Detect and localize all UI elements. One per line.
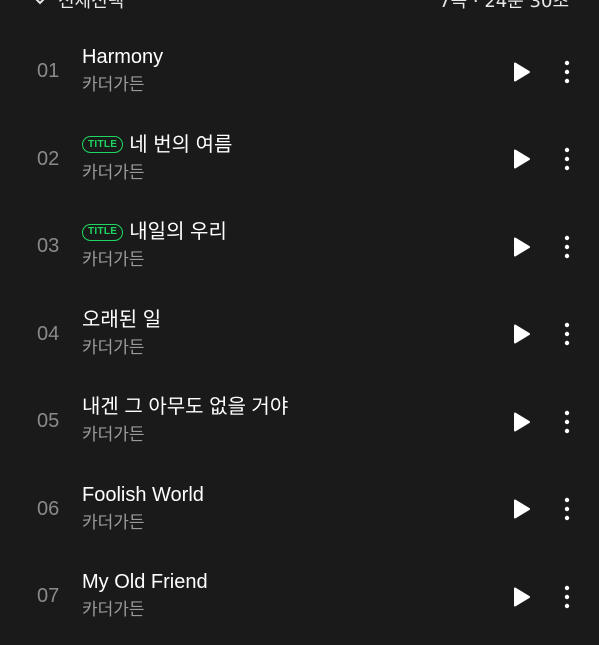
track-title-text: 내겐 그 아무도 없을 거야 [82, 396, 289, 418]
select-all-label: 전체선택 [58, 0, 125, 12]
track-title: 오래된 일 [82, 307, 161, 333]
more-button[interactable] [557, 320, 577, 348]
more-vertical-icon [564, 410, 570, 433]
track-info: 오래된 일 카더가든 [82, 307, 161, 359]
play-button[interactable] [511, 148, 533, 170]
track-title-text: Harmony [82, 46, 164, 68]
track-title-text: 오래된 일 [82, 308, 162, 331]
track-info: TITLE 네 번의 여름 카더가든 [82, 132, 232, 184]
track-artist: 카더가든 [82, 512, 145, 533]
track-title-text: 네 번의 여름 [129, 133, 233, 156]
play-icon [514, 499, 530, 519]
track-title-text: 내일의 우리 [129, 221, 227, 243]
more-vertical-icon [564, 585, 570, 608]
album-summary: 7곡 · 24분 30초 [439, 0, 569, 12]
more-button[interactable] [557, 583, 577, 611]
more-vertical-icon [564, 148, 570, 171]
play-icon [514, 149, 530, 169]
track-title: TITLE 네 번의 여름 [82, 132, 232, 158]
track-title: Harmony [82, 44, 163, 70]
more-button[interactable] [557, 408, 577, 436]
more-vertical-icon [564, 60, 570, 83]
track-artist: 카더가든 [82, 600, 145, 620]
track-info: 내겐 그 아무도 없을 거야 카더가든 [82, 394, 288, 446]
track-row[interactable]: 06 Foolish World 카더가든 [0, 466, 599, 554]
play-button[interactable] [511, 498, 533, 520]
track-number: 07 [37, 585, 60, 608]
play-icon [514, 412, 530, 432]
track-row[interactable]: 02 TITLE 네 번의 여름 카더가든 [0, 116, 599, 204]
track-artist: 카더가든 [82, 425, 145, 445]
track-artist: 카더가든 [82, 75, 145, 95]
more-button[interactable] [557, 495, 577, 523]
more-button[interactable] [557, 233, 577, 261]
more-button[interactable] [557, 58, 577, 86]
track-row[interactable]: 01 Harmony 카더가든 [0, 28, 599, 116]
track-title: Foolish World [82, 482, 204, 508]
title-badge: TITLE [82, 136, 124, 153]
track-number: 06 [37, 497, 60, 520]
more-vertical-icon [564, 323, 570, 346]
track-number: 02 [37, 147, 60, 170]
play-button[interactable] [511, 61, 533, 83]
play-button[interactable] [511, 411, 533, 433]
play-icon [514, 324, 530, 344]
play-icon [514, 587, 530, 607]
track-info: Harmony 카더가든 [82, 44, 163, 96]
play-icon [514, 237, 530, 257]
chevron-down-icon [35, 0, 45, 5]
play-button[interactable] [511, 236, 533, 258]
play-button[interactable] [511, 586, 533, 608]
title-badge: TITLE [82, 223, 124, 241]
play-button[interactable] [511, 323, 533, 345]
tracklist-header: 전체선택 7곡 · 24분 30초 [0, 0, 599, 12]
more-vertical-icon [564, 498, 570, 521]
track-title: My Old Friend [82, 569, 208, 595]
track-number: 01 [37, 60, 60, 83]
play-icon [514, 62, 530, 82]
more-button[interactable] [557, 145, 577, 173]
track-info: Foolish World 카더가든 [82, 482, 204, 534]
track-row[interactable]: 07 My Old Friend 카더가든 [0, 553, 599, 641]
track-row[interactable]: 05 내겐 그 아무도 없을 거야 카더가든 [0, 378, 599, 466]
track-number: 04 [37, 322, 60, 345]
track-artist: 카더가든 [82, 337, 145, 358]
track-number: 05 [37, 410, 60, 433]
track-title-text: Foolish World [82, 483, 204, 506]
track-artist: 카더가든 [82, 250, 145, 270]
select-all-toggle[interactable]: 전체선택 [32, 0, 124, 13]
track-artist: 카더가든 [82, 162, 145, 183]
track-list: 01 Harmony 카더가든 02 TITLE 네 번의 여름 카더가든 03… [0, 28, 599, 641]
track-row[interactable]: 04 오래된 일 카더가든 [0, 291, 599, 379]
track-info: My Old Friend 카더가든 [82, 569, 208, 621]
more-vertical-icon [564, 235, 570, 258]
track-title: 내겐 그 아무도 없을 거야 [82, 394, 288, 420]
track-number: 03 [37, 235, 60, 258]
track-title: TITLE 내일의 우리 [82, 219, 227, 245]
track-title-text: My Old Friend [82, 571, 208, 593]
track-row[interactable]: 03 TITLE 내일의 우리 카더가든 [0, 203, 599, 291]
track-info: TITLE 내일의 우리 카더가든 [82, 219, 227, 271]
